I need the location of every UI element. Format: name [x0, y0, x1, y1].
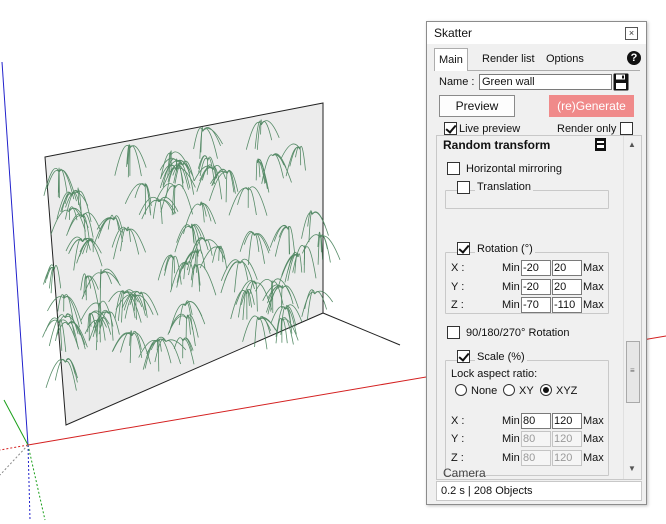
- tab-main[interactable]: Main: [434, 48, 468, 71]
- save-icon[interactable]: [613, 73, 629, 91]
- help-icon[interactable]: ?: [627, 51, 641, 65]
- window-title: Skatter: [434, 26, 473, 40]
- scale-z-max-input: 120: [552, 450, 582, 466]
- scale-x-max-input[interactable]: 120: [552, 413, 582, 429]
- vertical-scrollbar[interactable]: ▲ ≡ ▼: [623, 136, 641, 479]
- rotation-y-min-input[interactable]: -20: [521, 279, 551, 295]
- status-bar: 0.2 s | 208 Objects: [436, 481, 642, 501]
- tab-render-list[interactable]: Render list: [478, 50, 539, 69]
- scale-y-max-input: 120: [552, 431, 582, 447]
- lock-xyz-radio[interactable]: [540, 384, 552, 396]
- settings-content: Random transform Horizontal mirroring Tr…: [437, 136, 623, 479]
- scale-y-axis-label: Y :: [451, 433, 465, 445]
- tab-bar: Main Render list Options ?: [434, 48, 641, 71]
- collapse-icon[interactable]: [595, 138, 606, 151]
- status-text: 0.2 s | 208 Objects: [441, 485, 533, 497]
- scale-x-max-label: Max: [583, 415, 604, 427]
- random-transform-header: Random transform: [443, 138, 551, 152]
- scale-x-min-input[interactable]: 80: [521, 413, 551, 429]
- scale-y-min-input: 80: [521, 431, 551, 447]
- regenerate-button[interactable]: (re)Generate: [549, 95, 634, 117]
- translation-label: Translation: [475, 181, 534, 193]
- scale-z-min-label: Min: [502, 452, 520, 464]
- render-only-label: Render only: [557, 123, 617, 135]
- rotation-y-axis-label: Y :: [451, 281, 465, 293]
- rotation-x-max-input[interactable]: 20: [552, 260, 582, 276]
- grip-icon: ≡: [630, 366, 635, 375]
- blue-axis: [1, 61, 29, 446]
- horizontal-mirroring-label: Horizontal mirroring: [466, 163, 562, 175]
- name-label: Name :: [439, 76, 475, 88]
- rotation-x-min-label: Min: [502, 262, 520, 274]
- rotation-z-max-label: Max: [583, 299, 604, 311]
- scale-label: Scale (%): [475, 351, 527, 363]
- rotation-90-label: 90/180/270° Rotation: [466, 327, 570, 339]
- rotation-checkbox[interactable]: [457, 242, 470, 255]
- settings-scroll-area[interactable]: Random transform Horizontal mirroring Tr…: [436, 135, 642, 480]
- lock-xyz-label: XYZ: [556, 385, 578, 397]
- lock-xy-radio[interactable]: [503, 384, 515, 396]
- green-axis-dotted: [27, 444, 46, 521]
- rotation-z-max-input[interactable]: -110: [552, 297, 582, 313]
- scale-y-min-label: Min: [502, 433, 520, 445]
- scroll-down-icon[interactable]: ▼: [628, 464, 636, 473]
- horizontal-mirroring-checkbox[interactable]: [447, 162, 460, 175]
- rotation-y-max-label: Max: [583, 281, 604, 293]
- rotation-z-min-label: Min: [502, 299, 520, 311]
- rotation-x-min-input[interactable]: -20: [521, 260, 551, 276]
- rotation-z-min-input[interactable]: -70: [521, 297, 551, 313]
- scroll-thumb[interactable]: ≡: [626, 341, 640, 403]
- scale-z-max-label: Max: [583, 452, 604, 464]
- rotation-y-min-label: Min: [502, 281, 520, 293]
- translation-checkbox[interactable]: [457, 181, 470, 194]
- lock-none-label: None: [471, 385, 498, 397]
- rotation-x-max-label: Max: [583, 262, 604, 274]
- blue-axis-dotted: [27, 444, 31, 521]
- live-preview-label: Live preview: [459, 123, 521, 135]
- skatter-panel: Skatter × Main Render list Options ? Nam…: [426, 21, 647, 505]
- scroll-up-icon[interactable]: ▲: [628, 140, 636, 149]
- rotation-90-checkbox[interactable]: [447, 326, 460, 339]
- scale-y-max-label: Max: [583, 433, 604, 445]
- scale-x-axis-label: X :: [451, 415, 465, 427]
- scale-x-min-label: Min: [502, 415, 520, 427]
- rotation-z-axis-label: Z :: [451, 299, 464, 311]
- name-input[interactable]: Green wall: [479, 74, 612, 90]
- lock-xy-label: XY: [519, 385, 534, 397]
- live-preview-checkbox[interactable]: [444, 122, 457, 135]
- scale-checkbox[interactable]: [457, 350, 470, 363]
- preview-button[interactable]: Preview: [439, 95, 515, 117]
- rotation-y-max-input[interactable]: 20: [552, 279, 582, 295]
- title-bar[interactable]: Skatter ×: [427, 22, 646, 44]
- rotation-x-axis-label: X :: [451, 262, 465, 274]
- wall-edge-right: [322, 312, 401, 346]
- rotation-label: Rotation (°): [475, 243, 535, 255]
- lock-none-radio[interactable]: [455, 384, 467, 396]
- camera-section-header[interactable]: Camera: [443, 466, 486, 479]
- green-axis: [3, 399, 29, 446]
- render-only-checkbox[interactable]: [620, 122, 633, 135]
- scale-z-min-input: 80: [521, 450, 551, 466]
- lock-aspect-label: Lock aspect ratio:: [451, 368, 538, 380]
- tab-options[interactable]: Options: [542, 50, 588, 69]
- close-icon[interactable]: ×: [625, 27, 638, 40]
- scale-z-axis-label: Z :: [451, 452, 464, 464]
